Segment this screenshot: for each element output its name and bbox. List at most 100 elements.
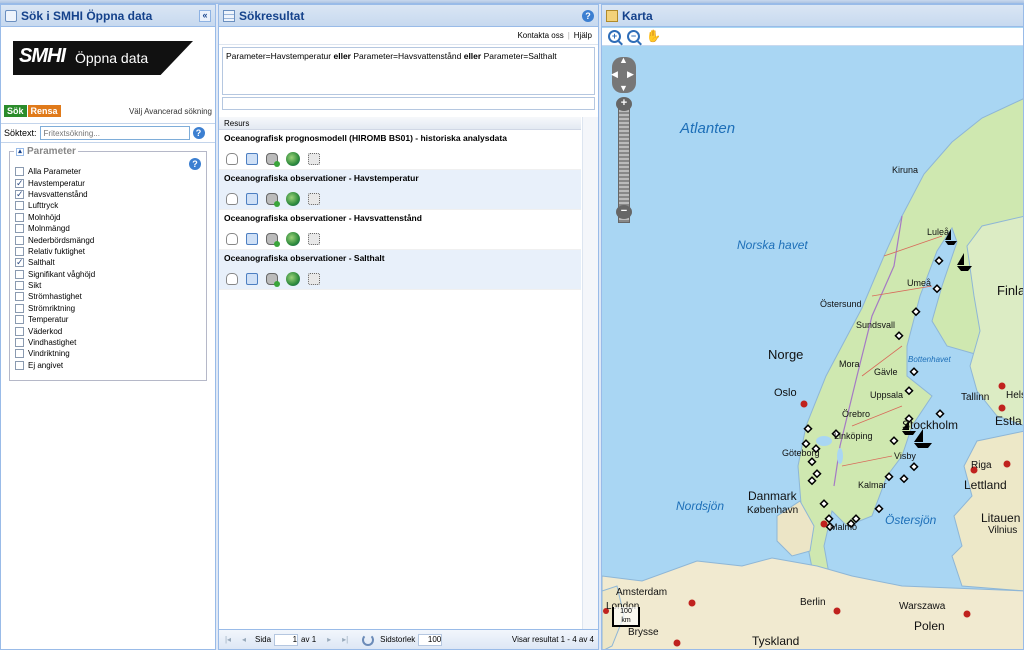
query-part: Parameter=Havstemperatur <box>226 51 332 61</box>
result-title[interactable]: Oceanografisk prognosmodell (HIROMB BS01… <box>224 133 576 143</box>
database-icon[interactable] <box>226 273 238 285</box>
wms-icon[interactable] <box>308 233 320 245</box>
search-help-icon[interactable]: ? <box>192 127 205 139</box>
result-title[interactable]: Oceanografiska observationer - Havstempe… <box>224 173 576 183</box>
download-data-icon[interactable] <box>266 233 280 247</box>
pan-hand-icon[interactable]: ✋ <box>646 30 661 43</box>
checkbox[interactable] <box>15 326 24 336</box>
clear-button[interactable]: Rensa <box>27 105 61 117</box>
results-help-icon[interactable]: ? <box>582 9 594 22</box>
filter-input[interactable] <box>222 97 595 110</box>
checkbox[interactable]: ✓ <box>15 189 24 199</box>
contact-link[interactable]: Kontakta oss <box>517 31 563 40</box>
database-icon[interactable] <box>226 153 238 165</box>
result-row[interactable]: Oceanografiska observationer - Salthalt <box>219 250 581 290</box>
param-vindriktning[interactable]: Vindriktning <box>15 348 201 359</box>
zoom-slider-minus-icon[interactable]: − <box>616 205 632 219</box>
refresh-icon[interactable] <box>362 633 375 646</box>
checkbox[interactable] <box>15 292 24 302</box>
result-title[interactable]: Oceanografiska observationer - Salthalt <box>224 253 576 263</box>
first-page-icon[interactable]: |◂ <box>223 635 233 645</box>
checkbox[interactable] <box>15 338 24 348</box>
checkbox[interactable] <box>15 303 24 313</box>
search-input[interactable] <box>39 126 190 140</box>
result-title[interactable]: Oceanografiska observationer - Havsvatte… <box>224 213 576 223</box>
checkbox[interactable] <box>15 201 24 211</box>
result-row[interactable]: Oceanografisk prognosmodell (HIROMB BS01… <box>219 130 581 170</box>
column-header-resurs[interactable]: Resurs <box>219 117 581 130</box>
checkbox[interactable] <box>15 281 24 291</box>
pan-up-icon[interactable]: ▲ <box>619 55 628 65</box>
advanced-search-link[interactable]: Välj Avancerad sökning <box>129 107 212 116</box>
document-icon[interactable] <box>246 193 258 205</box>
param-lufttryck[interactable]: Lufttryck <box>15 200 201 211</box>
wms-icon[interactable] <box>308 273 320 285</box>
result-row[interactable]: Oceanografiska observationer - Havstempe… <box>219 170 581 210</box>
globe-icon[interactable] <box>286 272 300 286</box>
document-icon[interactable] <box>246 153 258 165</box>
checkbox[interactable] <box>15 349 24 359</box>
param-molnmangd[interactable]: Molnmängd <box>15 223 201 234</box>
param-molnhojd[interactable]: Molnhöjd <box>15 212 201 223</box>
download-data-icon[interactable] <box>266 193 280 207</box>
next-page-icon[interactable]: ▸ <box>324 635 334 645</box>
param-stromhastighet[interactable]: Strömhastighet <box>15 291 201 302</box>
toggle-icon[interactable]: ▴ <box>16 147 24 156</box>
page-size-input[interactable] <box>418 633 443 646</box>
parameter-help-icon[interactable]: ? <box>189 158 201 170</box>
wms-icon[interactable] <box>308 153 320 165</box>
checkbox[interactable] <box>15 315 24 325</box>
globe-icon[interactable] <box>286 192 300 206</box>
document-icon[interactable] <box>246 233 258 245</box>
database-icon[interactable] <box>226 193 238 205</box>
checkbox[interactable] <box>15 224 24 234</box>
wms-icon[interactable] <box>308 193 320 205</box>
zoom-in-icon[interactable]: + <box>608 30 621 43</box>
param-alla[interactable]: Alla Parameter <box>15 166 201 177</box>
param-fuktighet[interactable]: Relativ fuktighet <box>15 246 201 257</box>
pan-left-icon[interactable]: ◀ <box>611 69 618 80</box>
globe-icon[interactable] <box>286 232 300 246</box>
download-data-icon[interactable] <box>266 153 280 167</box>
link-separator: | <box>567 31 570 40</box>
param-ej-angivet[interactable]: Ej angivet <box>15 360 201 371</box>
pan-down-icon[interactable]: ▼ <box>619 83 628 93</box>
param-stromriktning[interactable]: Strömriktning <box>15 303 201 314</box>
page-size-label: Sidstorlek <box>380 635 416 644</box>
database-icon[interactable] <box>226 233 238 245</box>
result-row[interactable]: Oceanografiska observationer - Havsvatte… <box>219 210 581 250</box>
param-sikt[interactable]: Sikt <box>15 280 201 291</box>
page-input[interactable] <box>274 633 299 646</box>
checkbox[interactable] <box>15 246 24 256</box>
prev-page-icon[interactable]: ◂ <box>239 635 249 645</box>
download-data-icon[interactable] <box>266 273 280 287</box>
checkbox[interactable]: ✓ <box>15 178 24 188</box>
search-button[interactable]: Sök <box>4 105 27 117</box>
zoom-slider-plus-icon[interactable]: + <box>616 97 632 111</box>
zoom-out-icon[interactable]: − <box>627 30 640 43</box>
param-havstemperatur[interactable]: ✓ Havstemperatur <box>15 177 201 188</box>
last-page-icon[interactable]: ▸| <box>340 635 350 645</box>
globe-icon[interactable] <box>286 152 300 166</box>
results-scrollbar[interactable] <box>582 117 598 629</box>
checkbox[interactable] <box>15 167 24 177</box>
map-canvas[interactable] <box>602 46 1024 650</box>
checkbox[interactable] <box>15 212 24 222</box>
param-vaghojd[interactable]: Signifikant våghöjd <box>15 269 201 280</box>
checkbox[interactable] <box>15 269 24 279</box>
collapse-icon[interactable]: « <box>199 9 211 22</box>
checkbox[interactable] <box>15 360 24 370</box>
param-temperatur[interactable]: Temperatur <box>15 314 201 325</box>
param-nederbord[interactable]: Nederbördsmängd <box>15 234 201 245</box>
param-vaderkod[interactable]: Väderkod <box>15 325 201 336</box>
help-link[interactable]: Hjälp <box>574 31 592 40</box>
parameter-legend[interactable]: ▴ Parameter <box>14 146 78 157</box>
pan-control[interactable]: ▲ ◀ ▶ ▼ <box>611 55 636 93</box>
param-salthalt[interactable]: ✓ Salthalt <box>15 257 201 268</box>
checkbox[interactable] <box>15 235 24 245</box>
checkbox[interactable]: ✓ <box>15 258 24 268</box>
document-icon[interactable] <box>246 273 258 285</box>
pan-right-icon[interactable]: ▶ <box>627 69 634 80</box>
param-havsvattenstand[interactable]: ✓ Havsvattenstånd <box>15 189 201 200</box>
param-vindhastighet[interactable]: Vindhastighet <box>15 337 201 348</box>
